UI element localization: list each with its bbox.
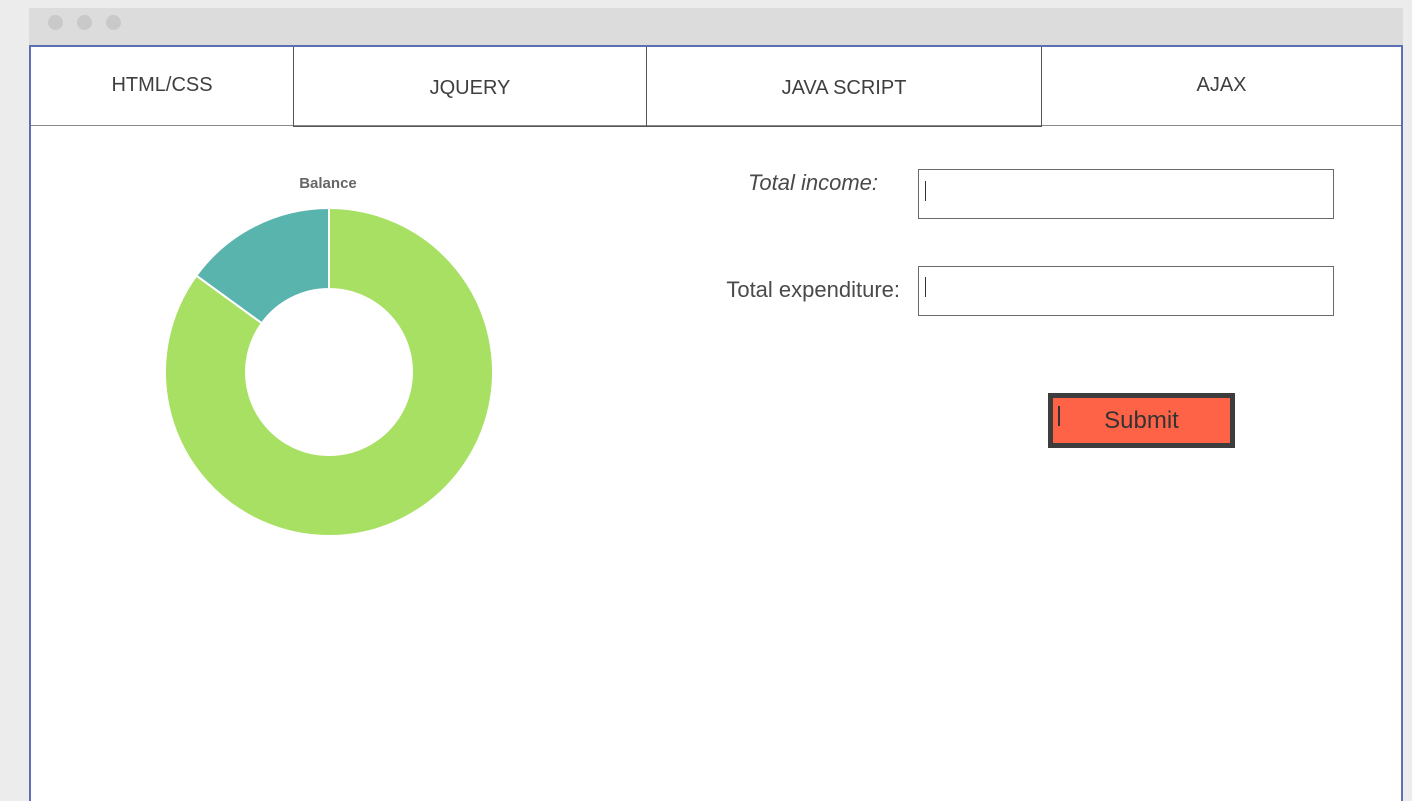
page-content: HTML/CSS JQUERY JAVA SCRIPT AJAX Balance… — [29, 45, 1403, 801]
tab-javascript[interactable]: JAVA SCRIPT — [647, 47, 1042, 127]
tab-html-css[interactable]: HTML/CSS — [31, 47, 293, 125]
total-income-input[interactable] — [918, 169, 1334, 219]
tab-ajax[interactable]: AJAX — [1042, 47, 1401, 125]
maximize-window-icon[interactable] — [106, 15, 121, 30]
close-window-icon[interactable] — [48, 15, 63, 30]
tab-jquery[interactable]: JQUERY — [293, 47, 647, 127]
total-income-label: Total income: — [747, 170, 878, 195]
total-expenditure-label: Total expenditure: — [726, 277, 900, 302]
text-cursor — [1058, 406, 1060, 426]
text-cursor — [925, 277, 926, 297]
text-cursor — [925, 181, 926, 201]
submit-button[interactable]: Submit — [1048, 393, 1235, 448]
balance-donut-chart — [164, 207, 494, 537]
browser-window: HTML/CSS JQUERY JAVA SCRIPT AJAX Balance… — [29, 8, 1403, 801]
tab-bar: HTML/CSS JQUERY JAVA SCRIPT AJAX — [31, 47, 1401, 127]
chart-title: Balance — [299, 175, 357, 192]
window-titlebar — [29, 8, 1403, 45]
total-expenditure-input[interactable] — [918, 266, 1334, 316]
minimize-window-icon[interactable] — [77, 15, 92, 30]
